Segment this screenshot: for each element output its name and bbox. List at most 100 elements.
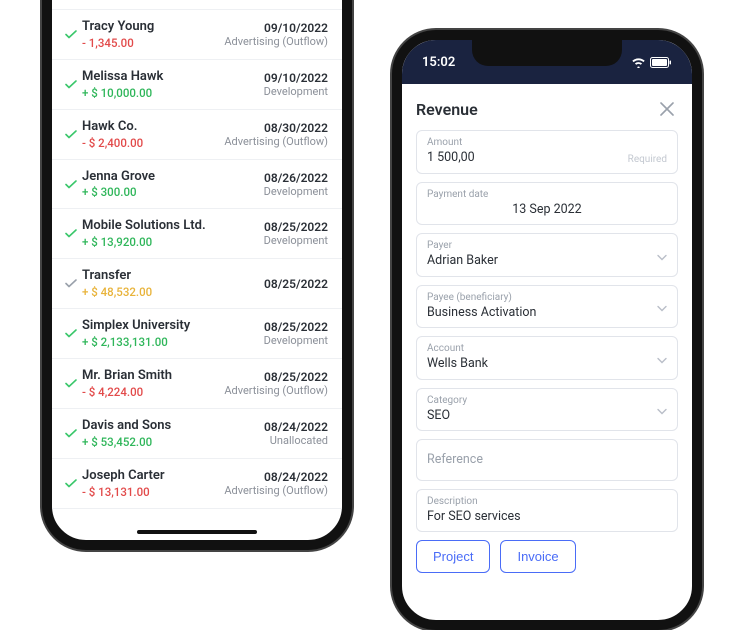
account-label: Account (427, 343, 667, 355)
check-icon (60, 180, 82, 189)
transaction-date: 08/30/2022 (224, 121, 328, 135)
transaction-meta: 08/25/2022Development (264, 320, 328, 347)
project-button[interactable]: Project (416, 540, 490, 573)
transaction-name: Mr. Brian Smith (82, 368, 224, 385)
description-field[interactable]: Description For SEO services (416, 489, 678, 533)
transaction-name: Davis and Sons (82, 418, 264, 435)
transaction-amount: + $ 53,452.00 (82, 435, 264, 449)
transaction-amount: - $ 2,400.00 (82, 136, 224, 150)
transaction-row[interactable]: Mr. Brian Smith- $ 4,224.0008/25/2022Adv… (52, 359, 342, 409)
revenue-form: Revenue Amount 1 500,00 Required Payment… (402, 84, 692, 587)
transaction-category: Unallocated (264, 434, 328, 447)
transaction-meta: 09/10/2022Advertising (Outflow) (224, 21, 328, 48)
transaction-name: Tracy Young (82, 19, 224, 36)
transaction-date: 08/24/2022 (264, 420, 328, 434)
transaction-meta: 08/25/2022Development (264, 220, 328, 247)
transaction-row[interactable]: Tracy Young- 1,345.0009/10/2022Advertisi… (52, 10, 342, 60)
account-value: Wells Bank (427, 355, 667, 373)
transaction-name: Melissa Hawk (82, 69, 264, 86)
transaction-list[interactable]: Simplex University+ $ 5,000.0009/14/2022… (52, 0, 342, 532)
payer-value: Adrian Baker (427, 252, 667, 270)
action-row: Project Invoice (416, 540, 678, 573)
check-icon (60, 279, 82, 288)
check-icon (60, 229, 82, 238)
transaction-row[interactable]: Hawk Co.- $ 2,400.0008/30/2022Advertisin… (52, 110, 342, 160)
phone-notch (472, 40, 622, 66)
transaction-date: 08/25/2022 (264, 277, 328, 291)
payment-date-value: 13 Sep 2022 (427, 201, 667, 219)
chevron-down-icon (657, 297, 667, 316)
transaction-row[interactable]: Jenna Grove+ $ 300.0008/26/2022Developme… (52, 160, 342, 210)
transaction-amount: + $ 2,133,131.00 (82, 335, 264, 349)
payee-field[interactable]: Payee (beneficiary) Business Activation (416, 285, 678, 329)
category-value: SEO (427, 407, 667, 425)
check-icon (60, 80, 82, 89)
phone-transactions: Simplex University+ $ 5,000.0009/14/2022… (42, 0, 352, 550)
transaction-main: Mobile Solutions Ltd.+ $ 13,920.00 (82, 218, 264, 249)
close-button[interactable] (656, 98, 678, 120)
form-header: Revenue (416, 94, 678, 130)
transaction-meta: 08/25/2022Advertising (Outflow) (224, 370, 328, 397)
phone-revenue-form: 15:02 Revenue Amount 1 500,00 Required P… (392, 30, 702, 630)
transaction-meta: 08/26/2022Development (264, 171, 328, 198)
transaction-date: 08/24/2022 (224, 470, 328, 484)
payment-date-label: Payment date (427, 189, 667, 201)
transaction-name: Hawk Co. (82, 119, 224, 136)
description-value: For SEO services (427, 508, 667, 526)
transaction-meta: 08/24/2022Unallocated (264, 420, 328, 447)
check-icon (60, 379, 82, 388)
transaction-amount: - $ 4,224.00 (82, 385, 224, 399)
transaction-category: Development (264, 234, 328, 247)
transaction-row[interactable]: Transfer+ $ 48,532.0008/25/2022 (52, 259, 342, 309)
transaction-name: Transfer (82, 268, 264, 285)
transaction-category: Development (264, 334, 328, 347)
category-label: Category (427, 395, 667, 407)
transaction-meta: 08/24/2022Advertising (Outflow) (224, 470, 328, 497)
transaction-category: Advertising (Outflow) (224, 135, 328, 148)
reference-field[interactable]: Reference (416, 439, 678, 481)
transaction-row[interactable]: Mobile Solutions Ltd.+ $ 13,920.0008/25/… (52, 209, 342, 259)
check-icon (60, 479, 82, 488)
transaction-name: Joseph Carter (82, 468, 224, 485)
transaction-meta: 09/10/2022Development (264, 71, 328, 98)
required-hint: Required (628, 154, 667, 165)
transaction-date: 08/25/2022 (264, 320, 328, 334)
transaction-date: 08/25/2022 (224, 370, 328, 384)
transaction-main: Jenna Grove+ $ 300.00 (82, 169, 264, 200)
chevron-down-icon (657, 348, 667, 367)
account-field[interactable]: Account Wells Bank (416, 336, 678, 380)
transaction-name: Simplex University (82, 318, 264, 335)
transaction-row[interactable]: Simplex University+ $ 2,133,131.0008/25/… (52, 309, 342, 359)
transaction-amount: + $ 13,920.00 (82, 235, 264, 249)
amount-field[interactable]: Amount 1 500,00 Required (416, 130, 678, 174)
transaction-main: Simplex University+ $ 2,133,131.00 (82, 318, 264, 349)
amount-label: Amount (427, 137, 667, 149)
reference-placeholder: Reference (427, 451, 667, 469)
wifi-icon (631, 57, 646, 68)
transaction-amount: - $ 13,131.00 (82, 485, 224, 499)
transaction-row[interactable]: Melissa Hawk+ $ 10,000.0009/10/2022Devel… (52, 60, 342, 110)
category-field[interactable]: Category SEO (416, 388, 678, 432)
transaction-main: Joseph Carter- $ 13,131.00 (82, 468, 224, 499)
chevron-down-icon (657, 245, 667, 264)
transaction-main: Davis and Sons+ $ 53,452.00 (82, 418, 264, 449)
check-icon (60, 329, 82, 338)
payment-date-field[interactable]: Payment date 13 Sep 2022 (416, 182, 678, 226)
description-label: Description (427, 496, 667, 508)
transaction-category: Development (264, 185, 328, 198)
check-icon (60, 429, 82, 438)
payer-field[interactable]: Payer Adrian Baker (416, 233, 678, 277)
close-icon (660, 102, 674, 116)
transaction-main: Melissa Hawk+ $ 10,000.00 (82, 69, 264, 100)
transaction-date: 08/26/2022 (264, 171, 328, 185)
transaction-row[interactable]: Joseph Carter- $ 13,131.0008/24/2022Adve… (52, 459, 342, 509)
transaction-row[interactable]: Davis and Sons+ $ 53,452.0008/24/2022Una… (52, 409, 342, 459)
transaction-name: Mobile Solutions Ltd. (82, 218, 264, 235)
transaction-date: 09/10/2022 (264, 71, 328, 85)
transaction-main: Transfer+ $ 48,532.00 (82, 268, 264, 299)
home-indicator (137, 530, 257, 534)
transaction-row[interactable]: Simplex University+ $ 5,000.0009/14/2022… (52, 0, 342, 10)
invoice-button[interactable]: Invoice (500, 540, 575, 573)
payee-value: Business Activation (427, 304, 667, 322)
chevron-down-icon (657, 400, 667, 419)
